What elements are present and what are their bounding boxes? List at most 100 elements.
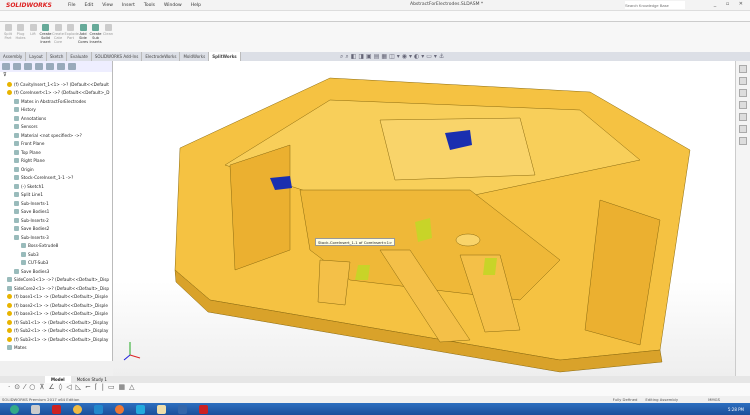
tree-item-label: Save Bodies1 [21,209,50,215]
tree-item[interactable]: (f) CoreInsert<1> ->? (Default<<Default>… [0,89,112,98]
status-bar: SOLIDWORKS Premium 2017 x64 Edition Full… [0,396,750,403]
tree-item-icon [14,217,19,223]
tree-item[interactable]: Sub3 [0,250,112,259]
tree-item-icon [21,251,26,257]
tree-item[interactable]: Front Plane [0,140,112,149]
window-controls[interactable]: _ ▫ ✕ [714,1,747,7]
tree-item[interactable]: (f) CavityInsert_1<1> ->? (Default<<Defa… [0,80,112,89]
tree-item[interactable]: Save Bodies2 [0,225,112,234]
units-selector[interactable]: MMGS [708,397,720,402]
tree-item-icon [14,132,19,138]
menu-file[interactable]: File [68,3,76,8]
chrome-icon[interactable] [73,404,82,414]
tree-item[interactable]: Save Bodies3 [0,267,112,276]
tree-item[interactable]: Save Bodies1 [0,208,112,217]
explode-part-button[interactable]: Explode Part [65,22,79,52]
create-solid-insert-button[interactable]: Create Solid Insert [40,22,52,52]
tree-item[interactable]: (f) base1<1> -> (Default<<Default>_Displ… [0,293,112,302]
tree-item[interactable]: (f) Sub3<1> -> (Default<<Default>_Displa… [0,335,112,344]
solidworks-app-icon[interactable] [52,404,61,414]
tab-motion-study[interactable]: Motion Study 1 [71,376,113,383]
tree-item[interactable]: Origin [0,165,112,174]
tree-list: (f) CavityInsert_1<1> ->? (Default<<Defa… [0,80,112,352]
tree-item-label: (f) CoreInsert<1> ->? (Default<<Default>… [14,90,110,96]
tab-model[interactable]: Model [45,376,71,383]
tree-item[interactable]: Sub-Inserts-3 [0,233,112,242]
tree-item[interactable]: Right Plane [0,157,112,166]
tree-item[interactable]: SideCore2<1> ->? (Default<<Default>_Disp [0,284,112,293]
add-side-cores-button[interactable]: Add Side Cores [77,22,89,52]
tree-item[interactable]: Sub-Inserts-1 [0,199,112,208]
clock[interactable]: 5:28 PM [728,407,744,412]
menu-view[interactable]: View [102,3,113,8]
mode-status: Editing Assembly [645,397,679,402]
graphics-viewport[interactable] [113,61,735,376]
tree-item-label: History [21,107,36,113]
plug-icon [17,24,24,31]
tree-item[interactable]: (f) Sub1<1> -> (Default<<Default>_Displa… [0,318,112,327]
menu-edit[interactable]: Edit [85,3,94,8]
tree-tabs[interactable] [0,61,112,72]
tree-item-label: Mates [14,345,27,351]
split-part-button[interactable]: Split Part [2,22,14,52]
tree-item[interactable]: Annotations [0,114,112,123]
tab-electrodeworks[interactable]: ElectrodeWorks [142,52,181,61]
tree-item-label: Sub-Inserts-2 [21,217,49,223]
heads-up-view-toolbar[interactable]: ⌕⌕◧◨▣▤▦◫▾◉▾◐▾▭▾⚓ [340,53,446,61]
menu-insert[interactable]: Insert [122,3,135,8]
tree-item-label: (f) CavityInsert_1<1> ->? (Default<<Defa… [14,81,109,87]
tree-item[interactable]: SideCore1<1> ->? (Default<<Default>_Disp [0,276,112,285]
tree-item-icon [21,243,26,249]
search-input[interactable] [625,1,685,9]
tree-item-icon [7,90,12,96]
tree-item[interactable]: Material <not specified> ->? [0,131,112,140]
mold-assembly-model[interactable] [113,61,735,376]
tree-item[interactable]: Mates [0,344,112,353]
tree-item[interactable]: (-) Sketch1 [0,182,112,191]
solidworks-active-icon[interactable] [199,404,208,414]
lift-button[interactable]: Lift [27,22,39,52]
tree-item[interactable]: Stock-CoreInsert_1-1 ->? [0,174,112,183]
tree-item[interactable]: (f) base2<1> -> (Default<<Default>_Displ… [0,301,112,310]
tree-item[interactable]: (f) Sub2<1> -> (Default<<Default>_Displa… [0,327,112,336]
plug-holes-button[interactable]: Plug Holes [15,22,27,52]
tree-item[interactable]: Top Plane [0,148,112,157]
tree-item-label: Origin [21,166,34,172]
tab-moldworks[interactable]: MoldWorks [180,52,210,61]
tree-item-icon [7,81,12,87]
tree-item-label: Right Plane [21,158,45,164]
word-icon[interactable] [178,404,187,414]
create-cate-core-button[interactable]: Create Cate Core [52,22,64,52]
filter-icon[interactable]: ⊽ [0,72,112,80]
tab-evaluate[interactable]: Evaluate [67,52,92,61]
tree-item[interactable]: (f) base3<1> -> (Default<<Default>_Displ… [0,310,112,319]
menu-window[interactable]: Window [164,3,182,8]
tree-item-icon [7,319,12,325]
tab-splitworks[interactable]: SplitWorks [209,52,241,61]
sketch-toolbar[interactable]: ·⊙⁄○⊼∠◊◁◺⌐⌈|▭▦△ [0,383,750,396]
tree-item[interactable]: Sensors [0,123,112,132]
tree-item[interactable]: Mates in AbstractForElectrodes [0,97,112,106]
lock-app-icon[interactable] [31,404,40,414]
tree-item[interactable]: Split Line1 [0,191,112,200]
tree-item-icon [14,166,19,172]
skype-icon[interactable] [136,404,145,414]
explorer-icon[interactable] [157,404,166,414]
task-pane[interactable] [735,61,750,376]
menu-tools[interactable]: Tools [144,3,155,8]
tree-item-label: Annotations [21,115,47,121]
tree-item[interactable]: Sub-Inserts-2 [0,216,112,225]
clean-button[interactable]: Clean [102,22,114,52]
create-sub-inserts-button[interactable]: Create Sub Inserts [90,22,102,52]
start-button-icon[interactable] [10,404,19,414]
tab-addins[interactable]: SOLIDWORKS Add-Ins [92,52,143,61]
tree-item[interactable]: Boss-Extrude8 [0,242,112,251]
outlook-icon[interactable] [94,404,103,414]
firefox-icon[interactable] [115,404,124,414]
menu-help[interactable]: Help [191,3,201,8]
tab-layout[interactable]: Layout [26,52,47,61]
tree-item[interactable]: History [0,106,112,115]
tree-item[interactable]: CUT-Sub3 [0,259,112,268]
tab-sketch[interactable]: Sketch [47,52,68,61]
tab-assembly[interactable]: Assembly [0,52,27,61]
